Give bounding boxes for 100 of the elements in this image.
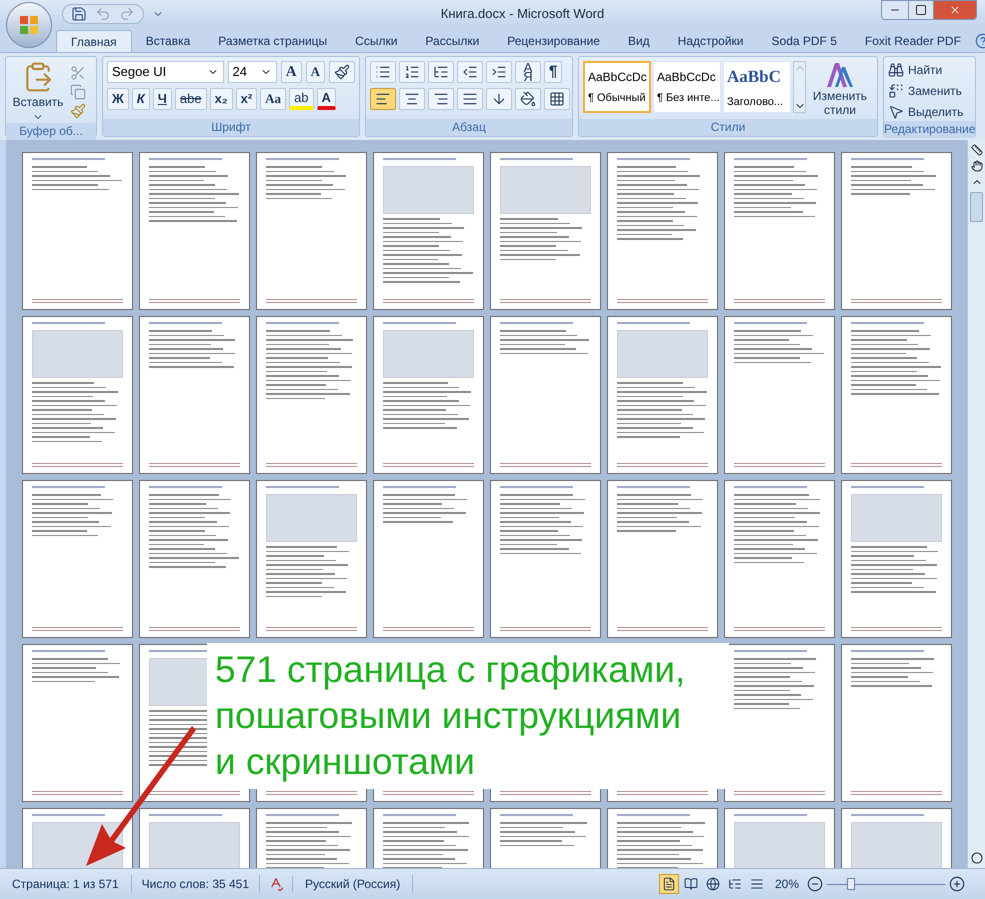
highlight-button[interactable]: ab [289,88,314,110]
close-icon [949,4,961,16]
styles-scrollbar[interactable] [793,61,806,113]
scroll-thumb[interactable] [970,192,983,222]
binoculars-icon [888,62,904,78]
shrink-font-button[interactable]: A [306,61,325,83]
zoom-slider[interactable] [827,878,945,890]
hand-icon [970,160,982,172]
undo-icon [95,6,111,22]
style-preview: AaBbC [727,66,782,88]
ribbon-tab[interactable]: Рецензирование [493,30,614,52]
align-button[interactable] [399,88,425,110]
ribbon-tab[interactable]: Вставка [132,30,204,52]
maximize-icon [915,4,927,16]
borders-button[interactable] [544,88,570,110]
find-button[interactable]: Найти [888,61,971,79]
shading-button[interactable] [515,88,541,110]
eraser-icon [334,64,350,80]
group-label: Абзац [366,119,572,136]
strikethrough-button[interactable]: abe [174,88,207,110]
align-icon [433,91,449,107]
browse-icon [970,852,982,864]
replace-button[interactable]: Заменить [888,82,971,100]
group-label: Редактирование [884,121,975,138]
spacing-icon [491,91,507,107]
ribbon-tab[interactable]: Soda PDF 5 [758,30,851,52]
zoom-out-icon [807,876,823,892]
style-preview: AaBbCcDc [657,68,717,86]
numbering-button[interactable] [399,61,425,83]
increase-indent-button[interactable] [486,61,512,83]
numbering-icon [404,64,420,80]
decrease-indent-button[interactable] [457,61,483,83]
align-button[interactable] [457,88,483,110]
style-name: ¶ Обычный [588,90,646,106]
office-button[interactable] [6,2,52,48]
style-name: ¶ Без инте... [657,90,717,106]
italic-button[interactable]: К [132,88,150,110]
copy-icon [70,84,86,100]
paint-bucket-icon [520,91,536,107]
cut-icon [70,65,86,81]
grow-font-button[interactable]: A [280,61,302,83]
save-icon [71,6,87,22]
group-label: Шрифт [103,119,359,136]
maximize-button[interactable] [908,1,934,19]
align-icon [375,91,391,107]
clear-format-button[interactable] [329,61,355,83]
zoom-level[interactable]: 20% [766,875,807,893]
styles-icon [825,61,855,89]
indent-icon [462,64,478,80]
caption-line: пошаговыми инструкциями [215,694,682,738]
change-case-button[interactable]: Aa [260,88,286,110]
font-color-button[interactable]: A [316,88,336,110]
subscript-button[interactable]: x₂ [210,88,233,110]
bold-button[interactable]: Ж [107,88,129,110]
show-marks-button[interactable]: ¶ [544,61,562,83]
align-icon [462,91,478,107]
align-button[interactable] [428,88,454,110]
ribbon-tab[interactable]: Foxit Reader PDF [850,30,975,52]
language-status[interactable]: Русский (Россия) [293,875,414,893]
change-styles-button[interactable]: Изменить стили [808,61,872,117]
underline-button[interactable]: Ч [152,88,172,110]
style-item[interactable]: AaBbCcDc ¶ Обычный [583,61,651,113]
line-spacing-button[interactable] [486,88,512,110]
ribbon-tab[interactable]: Разметка страницы [204,30,342,52]
caption-line: 571 страница с графиками, [215,648,686,692]
ribbon-tab[interactable]: Ссылки [341,30,412,52]
style-item[interactable]: AaBbCcDc ¶ Без инте... [653,61,721,113]
ribbon-tab[interactable]: Вид [614,30,664,52]
zoom-in-icon [949,876,965,892]
ribbon-tab[interactable]: Главная [56,30,132,52]
ribbon-tab[interactable]: Надстройки [664,30,758,52]
window-title: Книга.docx - Microsoft Word [440,5,604,24]
pointer-icon [888,104,904,120]
page-count[interactable]: Страница: 1 из 571 [0,875,132,893]
view-icon [706,877,720,891]
word-count[interactable]: Число слов: 35 451 [132,875,260,893]
style-item[interactable]: AaBbC Заголово... [723,61,791,113]
caption-line: и скриншотами [215,740,476,784]
view-icon [662,877,676,891]
ruler-icon [970,144,982,156]
sort-button[interactable]: А Я [515,61,541,83]
ribbon-tab[interactable]: Рассылки [411,30,494,52]
view-icon [684,877,698,891]
view-icon [728,877,742,891]
view-button[interactable] [658,874,679,894]
select-button[interactable]: Выделить [888,103,971,121]
redo-icon [119,6,135,22]
paste-button[interactable]: Вставить [10,61,66,123]
align-button[interactable] [370,88,396,110]
grid-icon [549,91,565,107]
style-preview: AaBbCcDc [588,68,646,86]
group-label: Стили [579,119,877,136]
superscript-button[interactable]: x² [236,88,258,110]
bullets-button[interactable] [370,61,396,83]
font-size-field[interactable]: 24 [228,61,277,83]
font-name-field[interactable]: Segoe UI [107,61,224,83]
multilevel-button[interactable] [428,61,454,83]
vertical-scrollbar[interactable] [967,140,985,868]
style-name: Заголово... [727,94,784,110]
brush-icon [70,103,86,119]
